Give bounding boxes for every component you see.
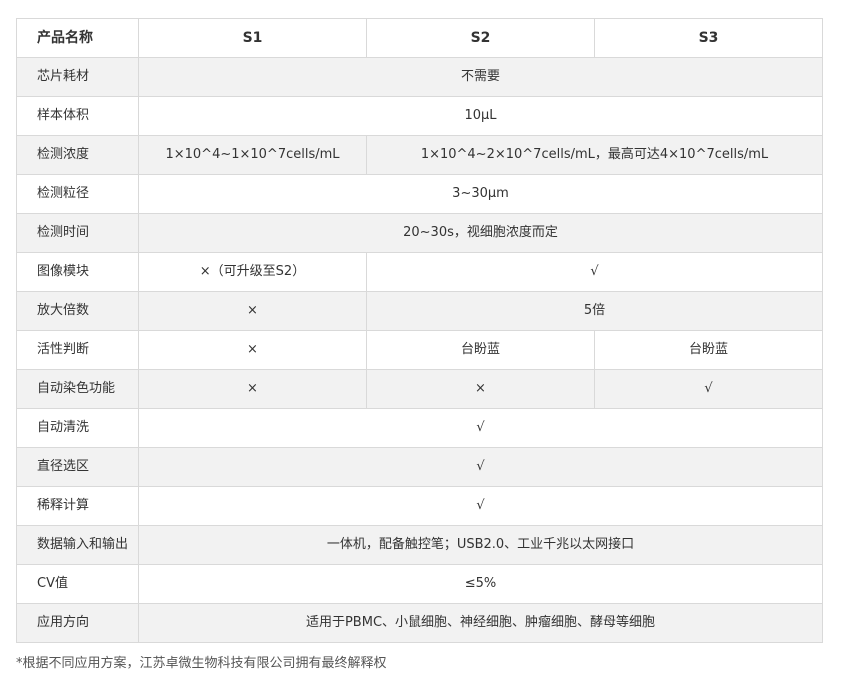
cell-s1: 1×10^4~1×10^7cells/mL xyxy=(138,135,367,175)
row-label: 稀释计算 xyxy=(16,486,139,526)
cell-s1: × xyxy=(138,291,367,331)
row-label: 数据输入和输出 xyxy=(16,525,139,565)
header-s3: S3 xyxy=(594,18,823,58)
row-label: CV值 xyxy=(16,564,139,604)
table-row: 应用方向 适用于PBMC、小鼠细胞、神经细胞、肿瘤细胞、酵母等细胞 xyxy=(16,603,823,643)
row-label: 检测浓度 xyxy=(16,135,139,175)
row-value: 一体机，配备触控笔；USB2.0、工业千兆以太网接口 xyxy=(138,525,823,565)
table-header-row: 产品名称 S1 S2 S3 xyxy=(16,18,823,58)
table-row: 样本体积 10μL xyxy=(16,96,823,136)
header-product-name: 产品名称 xyxy=(16,18,139,58)
row-label: 放大倍数 xyxy=(16,291,139,331)
cell-s2: 台盼蓝 xyxy=(366,330,595,370)
table-row: 直径选区 √ xyxy=(16,447,823,487)
row-label: 芯片耗材 xyxy=(16,57,139,97)
cell-s2-s3: 1×10^4~2×10^7cells/mL，最高可达4×10^7cells/mL xyxy=(366,135,823,175)
cell-s2-s3: √ xyxy=(366,252,823,292)
cell-s2-s3: 5倍 xyxy=(366,291,823,331)
row-value: √ xyxy=(138,486,823,526)
row-value: 10μL xyxy=(138,96,823,136)
row-label: 自动清洗 xyxy=(16,408,139,448)
row-value: 不需要 xyxy=(138,57,823,97)
row-value: 3~30μm xyxy=(138,174,823,214)
row-label: 活性判断 xyxy=(16,330,139,370)
row-label: 图像模块 xyxy=(16,252,139,292)
row-label: 自动染色功能 xyxy=(16,369,139,409)
cell-s1: × xyxy=(138,369,367,409)
header-s1: S1 xyxy=(138,18,367,58)
cell-s1: × xyxy=(138,330,367,370)
row-value: √ xyxy=(138,447,823,487)
row-value: 20~30s，视细胞浓度而定 xyxy=(138,213,823,253)
row-label: 样本体积 xyxy=(16,96,139,136)
spec-table: 产品名称 S1 S2 S3 芯片耗材 不需要 样本体积 10μL 检测浓度 1×… xyxy=(16,18,823,643)
table-row: 检测时间 20~30s，视细胞浓度而定 xyxy=(16,213,823,253)
table-row: 活性判断 × 台盼蓝 台盼蓝 xyxy=(16,330,823,370)
row-label: 直径选区 xyxy=(16,447,139,487)
table-row: 芯片耗材 不需要 xyxy=(16,57,823,97)
row-value: 适用于PBMC、小鼠细胞、神经细胞、肿瘤细胞、酵母等细胞 xyxy=(138,603,823,643)
cell-s2: × xyxy=(366,369,595,409)
cell-s3: 台盼蓝 xyxy=(594,330,823,370)
row-value: ≤5% xyxy=(138,564,823,604)
table-row: 图像模块 ×（可升级至S2） √ xyxy=(16,252,823,292)
table-row: 自动染色功能 × × √ xyxy=(16,369,823,409)
table-row: 放大倍数 × 5倍 xyxy=(16,291,823,331)
table-row: 检测浓度 1×10^4~1×10^7cells/mL 1×10^4~2×10^7… xyxy=(16,135,823,175)
header-s2: S2 xyxy=(366,18,595,58)
table-row: 稀释计算 √ xyxy=(16,486,823,526)
cell-s3: √ xyxy=(594,369,823,409)
row-label: 检测时间 xyxy=(16,213,139,253)
table-row: CV值 ≤5% xyxy=(16,564,823,604)
table-row: 检测粒径 3~30μm xyxy=(16,174,823,214)
table-row: 数据输入和输出 一体机，配备触控笔；USB2.0、工业千兆以太网接口 xyxy=(16,525,823,565)
table-row: 自动清洗 √ xyxy=(16,408,823,448)
row-value: √ xyxy=(138,408,823,448)
cell-s1: ×（可升级至S2） xyxy=(138,252,367,292)
footnote: *根据不同应用方案，江苏卓微生物科技有限公司拥有最终解释权 xyxy=(16,656,387,671)
row-label: 应用方向 xyxy=(16,603,139,643)
row-label: 检测粒径 xyxy=(16,174,139,214)
